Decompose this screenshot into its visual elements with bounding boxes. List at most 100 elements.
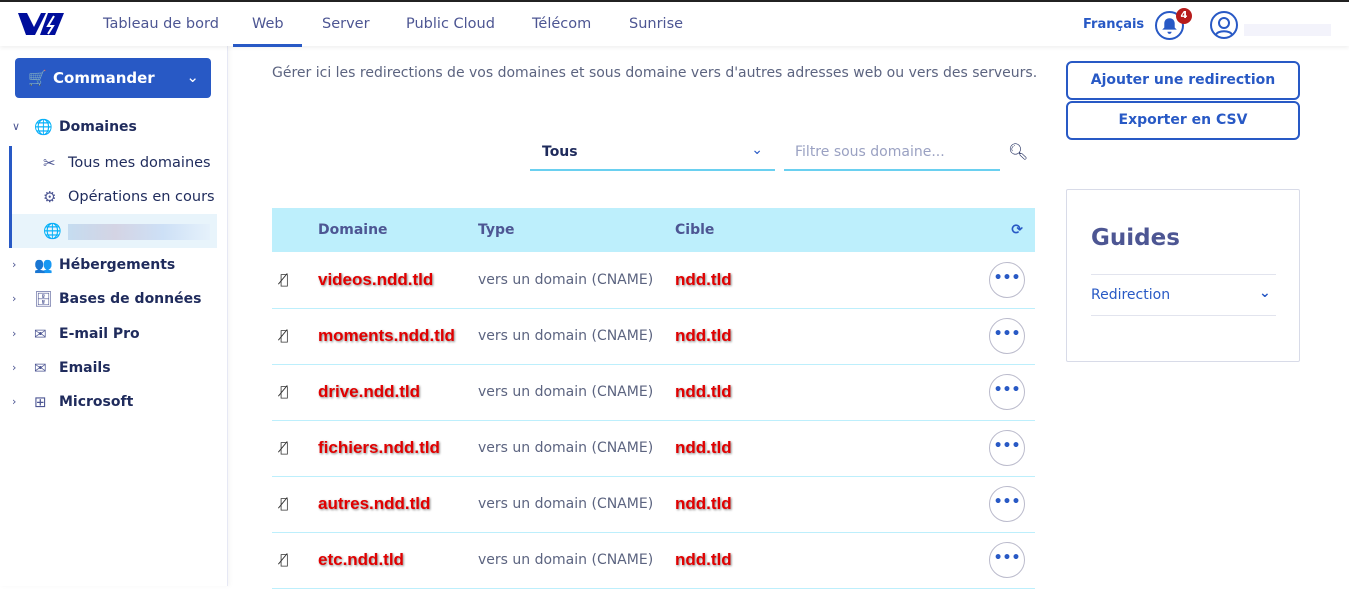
sidebar-item-label: Bases de données	[59, 291, 202, 307]
table-row: 👁̸ moments.ndd.tld vers un domain (CNAME…	[272, 308, 1035, 364]
target-name: ndd.tld	[675, 326, 732, 345]
column-cible[interactable]: Cible	[675, 208, 874, 252]
chevron-down-icon[interactable]: ⌄	[1259, 285, 1271, 301]
nav-web[interactable]: Web	[252, 16, 284, 32]
column-domaine[interactable]: Domaine	[318, 208, 478, 252]
search-icon[interactable]: 🔍︎	[1008, 142, 1028, 161]
export-csv-button[interactable]: Exporter en CSV	[1066, 101, 1300, 140]
column-type[interactable]: Type	[478, 208, 675, 252]
nav-sunrise[interactable]: Sunrise	[629, 16, 683, 32]
sidebar-item-microsoft[interactable]: › ⊞ Microsoft	[0, 385, 217, 419]
language-selector[interactable]: Français	[1083, 17, 1144, 32]
domain-name: fichiers.ndd.tld	[318, 438, 440, 457]
sidebar-item-label: Emails	[59, 360, 111, 376]
page-description: Gérer ici les redirections de vos domain…	[272, 65, 1038, 81]
chevron-right-icon: ›	[12, 395, 17, 408]
sidebar-item-bases-de-donnees[interactable]: › 🗄 Bases de données	[0, 282, 217, 316]
domain-cell: fichiers.ndd.tld	[318, 420, 478, 476]
table-header: Domaine Type Cible ⟳	[272, 208, 1035, 252]
type-cell: vers un domain (CNAME)	[478, 552, 654, 568]
user-icon	[1215, 17, 1233, 36]
guides-title: Guides	[1091, 225, 1180, 251]
eye-slash-icon: 👁̸	[280, 496, 289, 512]
network-icon: ✂	[43, 154, 56, 172]
guides-panel: Guides Redirection ⌄	[1066, 189, 1300, 362]
target-cell: ndd.tld	[675, 420, 874, 476]
sidebar-item-label: Microsoft	[59, 394, 134, 410]
type-cell: vers un domain (CNAME)	[478, 440, 654, 456]
domain-name-redacted	[68, 224, 210, 240]
actions-cell: •••	[874, 364, 1035, 420]
nav-telecom[interactable]: Télécom	[532, 16, 591, 32]
actions-cell: •••	[874, 476, 1035, 532]
target-name: ndd.tld	[675, 438, 732, 457]
row-actions-button[interactable]: •••	[989, 542, 1025, 578]
active-tab-indicator	[233, 44, 302, 47]
target-cell: ndd.tld	[675, 364, 874, 420]
add-redirection-button[interactable]: Ajouter une redirection	[1066, 61, 1300, 100]
type-filter-select[interactable]: Tous ⌄	[530, 134, 775, 171]
sidebar-item-domaines[interactable]: ∨ 🌐 Domaines	[0, 110, 217, 144]
chevron-down-icon: ⌄	[186, 68, 199, 86]
sidebar-item-label: Domaines	[59, 119, 137, 135]
sidebar-item-tous-mes-domaines[interactable]: ✂ Tous mes domaines	[9, 146, 217, 180]
nav-public-cloud[interactable]: Public Cloud	[406, 16, 495, 32]
domain-name: moments.ndd.tld	[318, 326, 455, 345]
domain-cell: autres.ndd.tld	[318, 476, 478, 532]
table-row: 👁̸ videos.ndd.tld vers un domain (CNAME)…	[272, 252, 1035, 308]
domain-name: videos.ndd.tld	[318, 269, 434, 289]
type-filter-value: Tous	[542, 144, 578, 160]
refresh-icon[interactable]: ⟳	[874, 208, 1035, 252]
eye-slash-icon: 👁̸	[280, 552, 289, 568]
envelope-icon: ✉	[34, 325, 47, 343]
gear-icon: ⚙	[43, 188, 57, 206]
table-row: 👁̸ drive.ndd.tld vers un domain (CNAME) …	[272, 364, 1035, 420]
chevron-right-icon: ›	[12, 327, 17, 340]
sidebar-item-hebergements[interactable]: › 👥 Hébergements	[0, 248, 217, 282]
envelope-icon: ✉	[34, 359, 47, 377]
top-header: Tableau de bord Web Server Public Cloud …	[0, 2, 1349, 47]
domain-name: etc.ndd.tld	[318, 550, 404, 569]
nav-tableau-de-bord[interactable]: Tableau de bord	[103, 16, 219, 32]
eye-slash-icon: 👁̸	[280, 440, 289, 456]
windows-icon: ⊞	[34, 393, 47, 411]
sidebar-item-label: Tous mes domaines	[68, 155, 211, 171]
divider	[1091, 315, 1276, 316]
eye-slash-icon: 👁̸	[280, 328, 289, 344]
type-cell: vers un domain (CNAME)	[478, 328, 654, 344]
globe-icon: 🌐	[34, 118, 53, 136]
chevron-right-icon: ›	[12, 292, 17, 305]
sidebar-item-selected-domain[interactable]: 🌐	[9, 214, 217, 248]
header-spacer	[272, 208, 318, 252]
sidebar-item-operations[interactable]: ⚙ Opérations en cours	[9, 180, 217, 214]
sidebar-item-emails[interactable]: › ✉ Emails	[0, 351, 217, 385]
domain-cell: etc.ndd.tld	[318, 532, 478, 588]
guide-link-redirection[interactable]: Redirection	[1091, 287, 1170, 303]
sidebar: 🛒 Commander ⌄ ∨ 🌐 Domaines ✂ Tous mes domaine…	[0, 46, 228, 586]
row-actions-button[interactable]: •••	[989, 374, 1025, 410]
ovh-logo[interactable]	[18, 11, 64, 37]
subdomain-filter-input[interactable]	[784, 134, 1000, 171]
type-cell: vers un domain (CNAME)	[478, 496, 654, 512]
redirections-table: Domaine Type Cible ⟳ 👁̸ videos.ndd.tld v…	[272, 208, 1035, 589]
row-actions-button[interactable]: •••	[989, 261, 1025, 298]
row-actions-button[interactable]: •••	[989, 486, 1025, 522]
target-cell: ndd.tld	[675, 532, 874, 588]
type-cell: vers un domain (CNAME)	[478, 384, 654, 400]
chevron-down-icon: ⌄	[751, 142, 763, 158]
target-cell: ndd.tld	[675, 308, 874, 364]
order-button[interactable]: 🛒 Commander ⌄	[15, 58, 211, 98]
actions-cell: •••	[874, 252, 1035, 308]
table-row: 👁̸ fichiers.ndd.tld vers un domain (CNAM…	[272, 420, 1035, 476]
target-cell: ndd.tld	[675, 476, 874, 532]
actions-cell: •••	[874, 532, 1035, 588]
database-icon: 🗄	[34, 290, 54, 308]
sidebar-item-email-pro[interactable]: › ✉ E-mail Pro	[0, 317, 217, 351]
row-actions-button[interactable]: •••	[989, 430, 1025, 466]
user-account-button[interactable]	[1210, 11, 1238, 39]
domain-cell: drive.ndd.tld	[318, 364, 478, 420]
nav-server[interactable]: Server	[322, 16, 370, 32]
row-actions-button[interactable]: •••	[989, 318, 1025, 354]
eye-slash-icon: 👁̸	[280, 271, 289, 288]
target-name: ndd.tld	[675, 494, 732, 513]
